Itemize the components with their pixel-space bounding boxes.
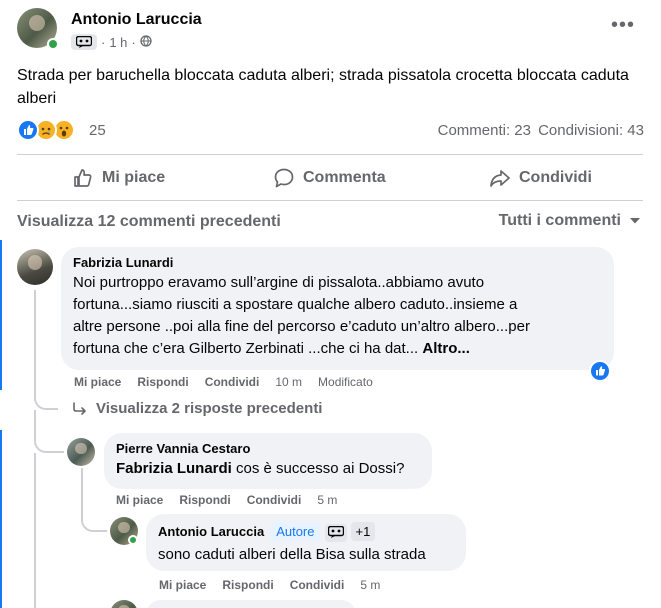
reply-text-body: cos è successo ai Dossi? (231, 460, 405, 477)
reply-author[interactable]: Pierre Vannia Cestaro (116, 441, 420, 456)
comment-button[interactable]: Commenta (273, 158, 386, 198)
comment-author[interactable]: Fabrizia Lunardi (73, 255, 602, 270)
comment-actions: Mi piace Rispondi Condividi 10 m Modific… (74, 375, 373, 389)
reply-bubble: Pierre Vannia Cestaro Fabrizia Lunardi c… (104, 433, 432, 489)
share-button-label: Condividi (519, 169, 592, 186)
badge-icon (324, 523, 347, 542)
reply-arrow-icon (73, 401, 86, 415)
like-reaction-icon (17, 119, 39, 141)
badge-count[interactable]: +1 (350, 522, 376, 541)
comment-text-line: Noi purtroppo eravamo sull’argine di pis… (73, 274, 485, 291)
reply-text: Fabrizia Lunardi cos è successo ai Dossi… (116, 458, 420, 480)
reply-text: sono caduti alberi della Bisa sulla stra… (158, 545, 426, 563)
reply-author[interactable]: Antonio Laruccia (158, 524, 264, 539)
reply-share-button[interactable]: Condividi (290, 578, 345, 592)
reactions-summary: 25 Commenti: 23 Condivisioni: 43 (17, 119, 647, 143)
globe-icon (140, 34, 152, 50)
share-button[interactable]: Condividi (489, 158, 592, 198)
thread-line (34, 453, 36, 608)
thread-line (34, 290, 36, 400)
see-more-link[interactable]: Altro... (422, 340, 470, 357)
comment-time[interactable]: 10 m (275, 375, 302, 389)
reply-like-button[interactable]: Mi piace (116, 493, 163, 507)
reply-like-button[interactable]: Mi piace (159, 578, 206, 592)
comments-count[interactable]: Commenti: 23 (438, 122, 531, 139)
reply-actions: Mi piace Rispondi Condividi 5 m (116, 493, 337, 507)
reaction-icons[interactable] (17, 119, 83, 141)
post-action-bar: Mi piace Commenta Condividi (17, 158, 643, 198)
reply-reply-button[interactable]: Rispondi (179, 493, 230, 507)
reply-avatar[interactable] (110, 600, 138, 608)
reply-bubble (146, 600, 356, 608)
online-status-dot (128, 535, 138, 545)
comment-text-line: fortuna...siamo riusciti a spostare qual… (73, 296, 518, 313)
comment-share-button[interactable]: Condividi (205, 375, 260, 389)
thumbs-up-icon (74, 169, 92, 187)
meta-separator: · (131, 34, 136, 50)
comment-button-label: Commenta (303, 169, 386, 186)
shares-count[interactable]: Condivisioni: 43 (538, 122, 644, 139)
post-meta: · 1 h · (71, 34, 152, 50)
share-arrow-icon (490, 170, 510, 187)
comment-text-line: fortuna che c’era Gilberto Zerbinati ...… (73, 338, 602, 360)
thread-connector (34, 396, 58, 410)
reply-avatar[interactable] (67, 438, 95, 466)
reaction-count[interactable]: 25 (89, 122, 106, 139)
badge-icon (71, 34, 97, 50)
comments-sort-dropdown[interactable]: Tutti i commenti (499, 212, 641, 230)
comments-sort-label: Tutti i commenti (498, 212, 621, 229)
comment-text: Noi purtroppo eravamo sull’argine di pis… (73, 272, 602, 360)
comment-bubble-icon (274, 168, 294, 188)
comment-reaction-badge[interactable] (589, 360, 611, 382)
thread-connector (81, 504, 107, 532)
mention-link[interactable]: Fabrizia Lunardi (116, 460, 232, 477)
comment-text-tail: fortuna che c’era Gilberto Zerbinati ...… (73, 340, 419, 357)
reply-actions: Mi piace Rispondi Condividi 5 m (159, 578, 380, 592)
view-previous-comments-link[interactable]: Visualizza 12 commenti precedenti (17, 213, 281, 231)
thread-line (0, 240, 2, 390)
post-header: Antonio Laruccia · 1 h · ••• (17, 8, 647, 58)
reply-time[interactable]: 5 m (360, 578, 380, 592)
post-author-name[interactable]: Antonio Laruccia (71, 11, 202, 29)
thread-connector (34, 410, 64, 453)
view-previous-replies-link[interactable]: Visualizza 2 risposte precedenti (72, 400, 322, 417)
meta-separator: · (101, 34, 106, 50)
author-badge: Autore (270, 522, 321, 541)
caret-down-icon (630, 218, 640, 224)
like-button-label: Mi piace (102, 169, 166, 186)
like-button[interactable]: Mi piace (72, 158, 165, 198)
thread-line (81, 468, 83, 508)
comment-bubble: Fabrizia Lunardi Noi purtroppo eravamo s… (61, 247, 614, 370)
reply-share-button[interactable]: Condividi (247, 493, 302, 507)
reply-author-row: Antonio Laruccia Autore +1 (158, 522, 454, 542)
reply-time[interactable]: 5 m (317, 493, 337, 507)
online-status-dot (47, 38, 59, 50)
post-time[interactable]: 1 h (109, 35, 127, 50)
thread-line (0, 430, 2, 608)
reply-reply-button[interactable]: Rispondi (222, 578, 273, 592)
divider (17, 200, 643, 201)
comment-text-line: altre persone ..poi alla fine del percor… (73, 318, 530, 335)
more-options-icon[interactable]: ••• (611, 15, 635, 35)
commenter-avatar[interactable] (17, 249, 53, 285)
divider (17, 154, 643, 155)
like-icon (591, 362, 609, 380)
comment-like-button[interactable]: Mi piace (74, 375, 121, 389)
reply-bubble: Antonio Laruccia Autore +1 sono caduti alb… (146, 514, 466, 571)
view-replies-label: Visualizza 2 risposte precedenti (96, 400, 323, 417)
comment-edited-label: Modificato (318, 375, 373, 389)
post-text: Strada per baruchella bloccata caduta al… (17, 67, 629, 107)
comment-reply-button[interactable]: Rispondi (137, 375, 188, 389)
